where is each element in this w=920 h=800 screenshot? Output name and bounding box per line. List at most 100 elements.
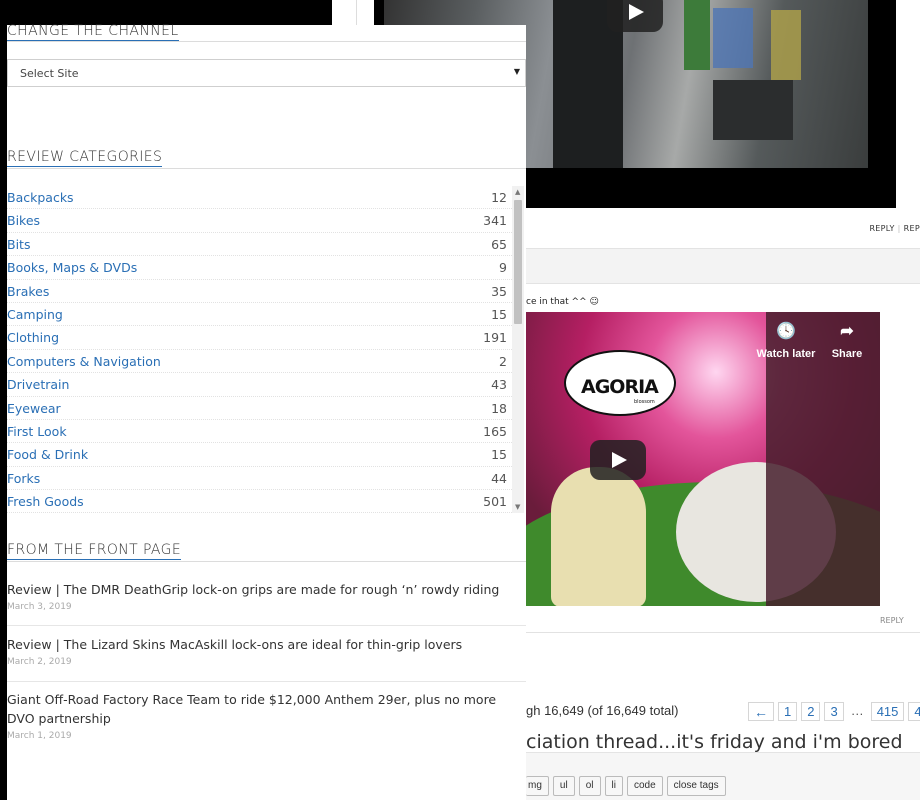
category-item[interactable]: Camping 15	[7, 303, 512, 327]
category-count: 12	[491, 190, 507, 205]
category-count: 501	[483, 494, 507, 510]
category-item[interactable]: First Look 165	[7, 420, 512, 444]
scroll-down-icon[interactable]: ▼	[515, 503, 520, 511]
category-count: 65	[491, 236, 507, 252]
widget-title-front-page: FROM THE FRONT PAGE	[7, 542, 182, 560]
share-button[interactable]: ➦ Share	[817, 322, 877, 360]
page-link[interactable]: 1	[778, 702, 798, 721]
post-date: March 3, 2019	[7, 602, 72, 612]
divider	[7, 41, 526, 42]
page-link[interactable]: 415	[870, 702, 905, 721]
category-link[interactable]: Computers & Navigation	[7, 354, 161, 369]
chevron-down-icon: ▼	[513, 67, 520, 76]
play-icon[interactable]	[607, 0, 663, 32]
category-count: 18	[491, 400, 507, 416]
category-item[interactable]: Drivetrain 43	[7, 373, 512, 397]
background-black-bar	[0, 0, 332, 25]
category-link[interactable]: Clothing	[7, 330, 59, 345]
category-link[interactable]: Fresh Goods	[7, 494, 84, 509]
clock-icon: 🕓	[776, 323, 796, 340]
category-scrollbar[interactable]: ▲ ▼	[512, 186, 524, 513]
category-list: Backpacks 12 Bikes 341 Bits 65 Books, Maps & D…	[7, 186, 512, 513]
logo-subtext: blossom	[634, 399, 655, 405]
divider	[7, 561, 526, 562]
category-item[interactable]: Forks 44	[7, 467, 512, 491]
widget-title-channel: CHANGE THE CHANNEL	[7, 23, 179, 41]
divider	[7, 625, 526, 626]
page-link[interactable]: 2	[801, 702, 821, 721]
page-ellipsis: …	[850, 703, 864, 718]
category-link[interactable]: Bikes	[7, 213, 40, 228]
sidebar-panel: CHANGE THE CHANNEL Select Site ▼ REVIEW …	[7, 23, 526, 800]
category-count: 43	[491, 377, 507, 393]
video-embed-2[interactable]: AGORIA blossom 🕓 Watch later ➦ Share	[526, 312, 880, 606]
category-link[interactable]: Food & Drink	[7, 447, 88, 462]
ol-button[interactable]: ol	[578, 776, 601, 796]
category-link[interactable]: Backpacks	[7, 190, 74, 205]
widget-title-categories: REVIEW CATEGORIES	[7, 149, 163, 167]
category-item[interactable]: Fresh Goods 501	[7, 490, 512, 513]
category-link[interactable]: Drivetrain	[7, 377, 69, 392]
category-item[interactable]: Bikes 341	[7, 209, 512, 233]
ul-button[interactable]: ul	[552, 776, 575, 796]
play-icon[interactable]	[590, 440, 646, 480]
divider	[7, 681, 526, 682]
category-count: 15	[491, 306, 507, 322]
scroll-up-icon[interactable]: ▲	[515, 188, 520, 196]
close-tags-button[interactable]: close tags	[666, 776, 726, 796]
page-link[interactable]: 416	[908, 702, 920, 721]
category-count: 341	[483, 213, 507, 229]
comment-text: ce in that ^^ ☺	[526, 297, 599, 307]
category-count: 44	[491, 470, 507, 486]
category-link[interactable]: Bits	[7, 237, 30, 252]
category-count: 191	[483, 330, 507, 346]
category-item[interactable]: Backpacks 12	[7, 186, 512, 210]
page-link[interactable]: 3	[824, 702, 844, 721]
category-item[interactable]: Food & Drink 15	[7, 443, 512, 467]
category-item[interactable]: Eyewear 18	[7, 397, 512, 420]
category-item[interactable]: Bits 65	[7, 233, 512, 257]
li-button[interactable]: li	[604, 776, 623, 796]
site-select-value: Select Site	[20, 67, 79, 80]
scroll-thumb[interactable]	[514, 200, 522, 324]
category-item[interactable]: Computers & Navigation 2	[7, 350, 512, 374]
category-count: 35	[491, 283, 507, 299]
front-page-post[interactable]: Giant Off-Road Factory Race Team to ride…	[7, 690, 526, 741]
category-count: 2	[499, 353, 507, 369]
post-title[interactable]: Giant Off-Road Factory Race Team to ride…	[7, 690, 526, 728]
comment-header-band	[526, 248, 920, 284]
reply-links: REPLY | REP	[869, 224, 920, 233]
category-item[interactable]: Brakes 35	[7, 280, 512, 303]
category-link[interactable]: Books, Maps & DVDs	[7, 260, 137, 275]
category-item[interactable]: Books, Maps & DVDs 9	[7, 256, 512, 280]
category-item[interactable]: Clothing 191	[7, 326, 512, 350]
editor-toolbar: mg ul ol li code close tags	[526, 776, 726, 796]
divider	[526, 632, 920, 633]
post-date: March 2, 2019	[7, 657, 72, 667]
post-title[interactable]: Review | The Lizard Skins MacAskill lock…	[7, 635, 526, 654]
reply-link[interactable]: REPLY	[869, 224, 894, 233]
logo-text: AGORIA	[581, 376, 659, 398]
code-button[interactable]: code	[626, 776, 663, 796]
divider	[356, 0, 357, 25]
category-count: 15	[491, 447, 507, 463]
divider	[7, 168, 526, 169]
post-date: March 1, 2019	[7, 731, 72, 741]
reply-link-partial[interactable]: REP	[904, 224, 920, 233]
front-page-post[interactable]: Review | The DMR DeathGrip lock-on grips…	[7, 580, 526, 612]
post-title[interactable]: Review | The DMR DeathGrip lock-on grips…	[7, 580, 526, 599]
topic-title: ciation thread...it's friday and i'm bor…	[526, 731, 903, 753]
img-button[interactable]: mg	[526, 776, 549, 796]
category-link[interactable]: Brakes	[7, 284, 49, 299]
category-link[interactable]: Camping	[7, 307, 63, 322]
front-page-post[interactable]: Review | The Lizard Skins MacAskill lock…	[7, 635, 526, 667]
category-count: 9	[499, 260, 507, 276]
category-count: 165	[483, 423, 507, 439]
category-link[interactable]: First Look	[7, 424, 67, 439]
site-select[interactable]: Select Site ▼	[7, 59, 526, 87]
watch-later-button[interactable]: 🕓 Watch later	[756, 322, 816, 360]
reply-link-2[interactable]: REPLY	[880, 616, 904, 625]
category-link[interactable]: Forks	[7, 471, 40, 486]
category-link[interactable]: Eyewear	[7, 401, 61, 416]
prev-page-icon[interactable]: ←	[748, 702, 774, 721]
